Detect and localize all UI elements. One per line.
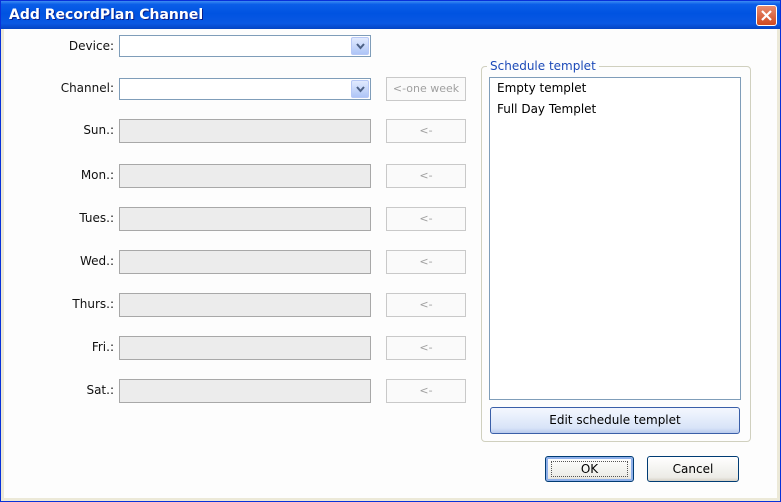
day-label-fri: Fri.: [91,340,114,354]
apply-template-sun-button[interactable]: <- [386,119,466,143]
apply-template-wed-button[interactable]: <- [386,250,466,274]
close-button[interactable] [756,5,777,26]
device-label: Device: [68,39,114,53]
apply-template-sat-button[interactable]: <- [386,379,466,403]
schedule-templet-title: Schedule templet [487,59,599,73]
chevron-down-icon [356,86,365,93]
templet-item-full-day[interactable]: Full Day Templet [497,102,596,116]
channel-label: Channel: [60,81,114,95]
edit-schedule-templet-button[interactable]: Edit schedule templet [490,407,740,434]
add-recordplan-channel-dialog: Add RecordPlan Channel Device: Channel: [0,0,781,502]
apply-template-thurs-button[interactable]: <- [386,293,466,317]
window-title: Add RecordPlan Channel [9,7,204,23]
apply-template-tues-button[interactable]: <- [386,207,466,231]
day-label-sun: Sun.: [83,123,114,137]
schedule-field-sat[interactable] [119,379,371,403]
schedule-templet-list[interactable]: Empty templet Full Day Templet [489,77,741,400]
apply-template-fri-button[interactable]: <- [386,336,466,360]
apply-one-week-button[interactable]: <-one week [386,77,466,101]
cancel-button[interactable]: Cancel [647,456,739,482]
schedule-field-fri[interactable] [119,336,371,360]
schedule-field-thurs[interactable] [119,293,371,317]
dialog-body: Device: Channel: <-one week Sun.: <- Mon… [4,29,777,498]
chevron-down-icon [356,43,365,50]
schedule-field-tues[interactable] [119,207,371,231]
schedule-field-sun[interactable] [119,119,371,143]
title-bar[interactable]: Add RecordPlan Channel [1,1,780,29]
day-label-sat: Sat.: [86,383,114,397]
ok-button[interactable]: OK [545,456,634,482]
templet-item-empty[interactable]: Empty templet [497,81,586,95]
device-select[interactable] [119,35,371,57]
channel-dropdown-button[interactable] [351,80,369,98]
day-label-tues: Tues.: [79,211,114,225]
device-dropdown-button[interactable] [351,37,369,55]
apply-template-mon-button[interactable]: <- [386,164,466,188]
close-icon [761,10,772,21]
day-label-thurs: Thurs.: [72,297,114,311]
schedule-field-wed[interactable] [119,250,371,274]
day-label-wed: Wed.: [79,254,114,268]
channel-select[interactable] [119,78,371,100]
focus-indicator [551,461,628,477]
schedule-field-mon[interactable] [119,164,371,188]
day-label-mon: Mon.: [80,168,114,182]
